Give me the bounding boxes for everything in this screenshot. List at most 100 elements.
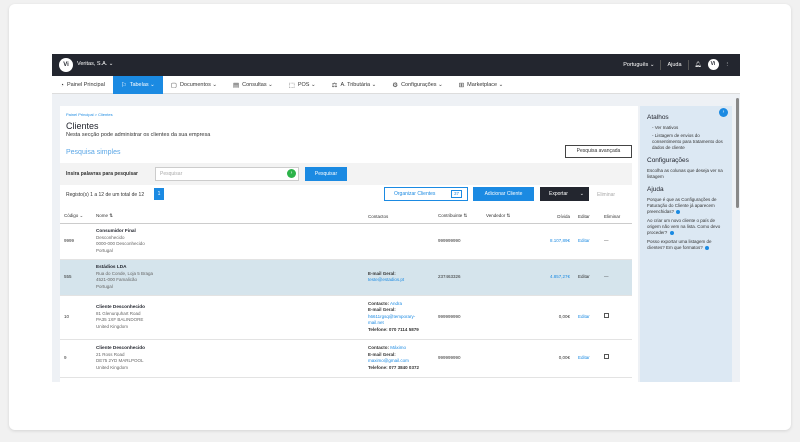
language-selector[interactable]: Português ⌄ [623, 62, 654, 68]
more-vertical-icon[interactable]: ⋮ [725, 62, 731, 68]
delete-checkbox[interactable] [604, 354, 609, 360]
edit-link[interactable]: Editar [574, 223, 600, 260]
tables-icon: ⚐ [120, 82, 127, 89]
nav-item-marketplace[interactable]: ⊞ Marketplace ⌄ [451, 76, 512, 94]
breadcrumb[interactable]: Painel Principal > Clientes [66, 112, 113, 117]
cell-no-action: — [600, 259, 632, 296]
company-logo: Vi [59, 58, 73, 72]
nav-item-label: A. Tributária ⌄ [340, 82, 377, 88]
search-panel: Insira palavras para pesquisar Pesquisar… [60, 163, 632, 185]
edit-link[interactable]: Editar [574, 339, 600, 378]
client-address-line: United Kingdom [96, 364, 129, 370]
document-icon: ▢ [170, 82, 177, 89]
info-icon [669, 230, 674, 235]
main-nav: ◔ Painel Principal ⚐ Tabelas ⌄ ▢ Documentos… [52, 76, 740, 94]
table-row[interactable]: 10 Cliente Desconhecido 81 Glenurquhart … [60, 295, 632, 340]
help-link[interactable]: Ajuda [667, 62, 681, 68]
chevron-down-icon: ⌄ [579, 191, 584, 197]
nav-item-pos[interactable]: ⬚ POS ⌄ [281, 76, 324, 94]
delete-button[interactable]: Eliminar [597, 192, 615, 198]
scale-icon: ⚖ [331, 82, 338, 89]
search-go-icon[interactable]: › [287, 169, 296, 178]
nav-item-configuracoes[interactable]: ⚙ Configurações ⌄ [384, 76, 450, 94]
search-input[interactable]: Pesquisar [155, 167, 299, 181]
nav-item-label: Tabelas ⌄ [129, 82, 155, 88]
bell-icon[interactable]: 🔔︎ [695, 62, 702, 68]
column-header-contacts: Contactos [364, 210, 434, 224]
nav-item-label: Marketplace ⌄ [467, 82, 504, 88]
help-item[interactable]: Ao criar um novo cliente o país de orige… [647, 218, 725, 236]
search-button[interactable]: Pesquisar [305, 167, 347, 181]
info-icon [676, 209, 681, 214]
grid-icon: ⊞ [458, 82, 465, 89]
scrollbar[interactable] [736, 98, 739, 208]
column-header-name[interactable]: Nome ⇅ [92, 210, 364, 224]
shortcut-link-inactive[interactable]: - Ver Inativos [647, 125, 725, 131]
edit-link[interactable]: Editar [574, 295, 600, 340]
table-row[interactable]: 555 Estádios LDA Rua do Conde, Loja 5 Br… [60, 259, 632, 296]
email-link[interactable]: h6611rgsq@temporary-mail.net [368, 314, 430, 327]
help-item[interactable]: Porque é que as Configurações de Faturaç… [647, 197, 725, 215]
cell-seller [482, 295, 532, 340]
config-columns-link[interactable]: Escolha as colunas que deseja ver na lis… [647, 168, 725, 180]
cell-code: 10 [60, 295, 92, 340]
column-header-seller[interactable]: Vendedor ⇅ [482, 210, 532, 224]
edit-link[interactable]: Editar [574, 259, 600, 296]
cell-contacts: Contacto: Máximo E-mail Geral: maximo@gm… [364, 339, 434, 378]
contact-label: Contacto: [368, 345, 389, 350]
advanced-search-button[interactable]: Pesquisa avançada [565, 145, 632, 158]
table-row[interactable]: 9999 Consumidor Final Desconhecido 0000-… [60, 223, 632, 260]
column-header-delete: Eliminar [600, 210, 632, 224]
help-item-text: Ao criar um novo cliente o país de orige… [647, 218, 721, 235]
contact-name[interactable]: Máximo [390, 345, 406, 350]
nav-item-tributaria[interactable]: ⚖ A. Tributária ⌄ [324, 76, 385, 94]
organize-clients-button[interactable]: Organizar Clientes 37 [384, 187, 468, 201]
nav-item-label: Documentos ⌄ [179, 82, 217, 88]
cell-debt: 0,00€ [532, 339, 574, 378]
nav-item-label: Painel Principal [66, 82, 105, 88]
shortcuts-title: Atalhos [647, 114, 669, 121]
pos-icon: ⬚ [288, 82, 295, 89]
page-button-1[interactable]: 1 [154, 188, 164, 200]
help-title: Ajuda [647, 186, 664, 193]
cell-name: Cliente Desconhecido 21 Ross Road DE75 2… [92, 339, 364, 378]
top-bar: Vi Veritas, S.A. ⌄ Português ⌄ Ajuda 🔔︎ … [52, 54, 740, 76]
help-item[interactable]: Posso exportar uma listagem de clientes?… [647, 239, 725, 251]
phone-text: Telefone: 070 7114 5879 [368, 326, 419, 332]
export-label: Exportar [549, 191, 568, 197]
client-address-line: Portugal [96, 247, 113, 253]
contact-name[interactable]: Andra [390, 301, 402, 306]
cell-nif: 999999990 [434, 295, 482, 340]
organize-label: Organizar Clientes [394, 191, 436, 197]
nav-item-painel-principal[interactable]: ◔ Painel Principal [52, 76, 113, 94]
nav-item-consultas[interactable]: ▤ Consultas ⌄ [225, 76, 281, 94]
column-header-nif[interactable]: Contribuinte ⇅ [434, 210, 482, 224]
organize-count-badge: 37 [450, 190, 462, 198]
cell-name: Cliente Desconhecido 81 Glenurquhart Roa… [92, 295, 364, 340]
company-selector[interactable]: Veritas, S.A. ⌄ [77, 61, 113, 67]
cell-debt-link[interactable]: 8.107,89€ [532, 223, 574, 260]
gear-icon: ⚙ [392, 82, 399, 89]
page-title: Clientes [66, 121, 99, 131]
collapse-sidebar-icon[interactable]: › [719, 108, 728, 117]
nav-item-documentos[interactable]: ▢ Documentos ⌄ [163, 76, 225, 94]
cell-seller [482, 339, 532, 378]
add-client-button[interactable]: Adicionar Cliente [473, 187, 534, 201]
email-link[interactable]: teste@estadios.pt [368, 277, 430, 284]
cell-debt-link[interactable]: 4.857,27€ [532, 259, 574, 296]
delete-checkbox[interactable] [604, 313, 609, 319]
simple-search-tab[interactable]: Pesquisa simples [66, 149, 120, 156]
export-button[interactable]: Exportar ⌄ [540, 187, 589, 201]
nav-item-tabelas[interactable]: ⚐ Tabelas ⌄ [112, 76, 163, 94]
info-icon [705, 245, 710, 250]
table-row[interactable]: 9 Cliente Desconhecido 21 Ross Road DE75… [60, 339, 632, 378]
cell-contacts: E-mail Geral: teste@estadios.pt [364, 259, 434, 296]
shortcut-link-consent[interactable]: - Listagem de envios do consentimento pa… [647, 133, 725, 151]
column-header-code[interactable]: Código ⌄ [60, 210, 92, 224]
cell-nif: 237463326 [434, 259, 482, 296]
cell-contacts [364, 223, 434, 260]
config-title: Configurações [647, 157, 689, 164]
avatar[interactable]: Vi [707, 59, 719, 70]
records-info: Registo(s) 1 a 12 de um total de 12 [66, 192, 145, 198]
cell-no-action: — [600, 223, 632, 260]
